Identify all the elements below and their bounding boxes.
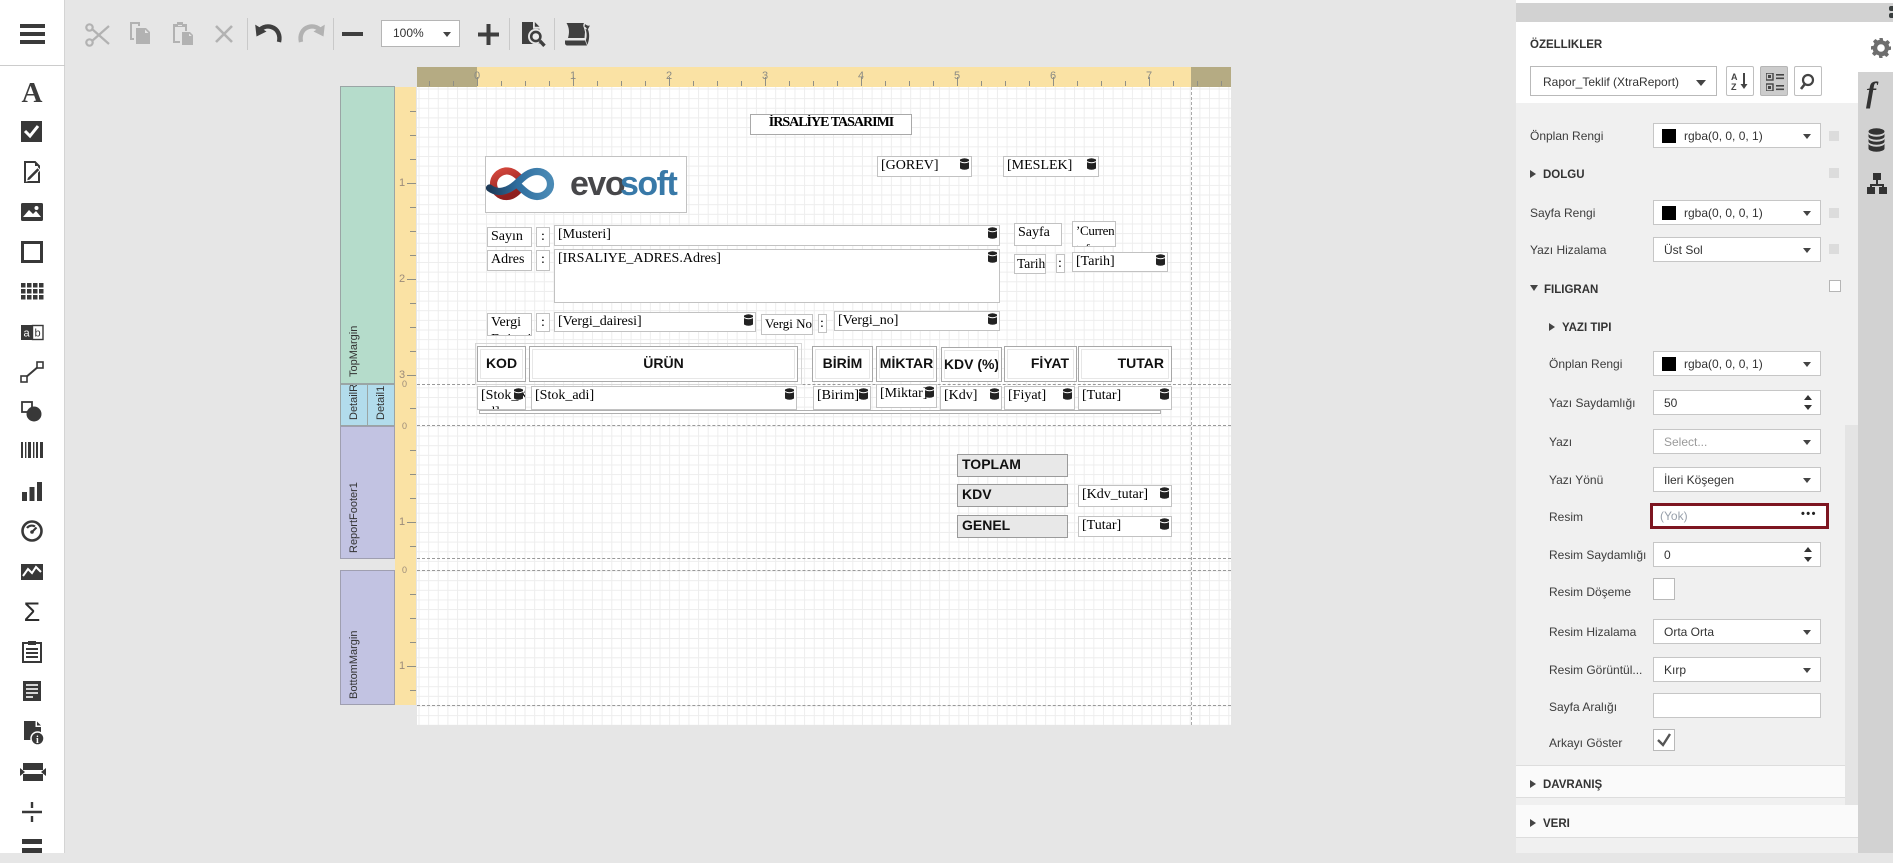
svg-text:Z: Z	[1731, 82, 1737, 91]
svg-text:A: A	[1731, 72, 1738, 82]
svg-text:b: b	[35, 328, 41, 340]
svg-text:evo: evo	[570, 165, 625, 203]
svg-text:soft: soft	[620, 165, 678, 203]
svg-text:a: a	[24, 328, 31, 340]
svg-text:i: i	[36, 735, 39, 746]
